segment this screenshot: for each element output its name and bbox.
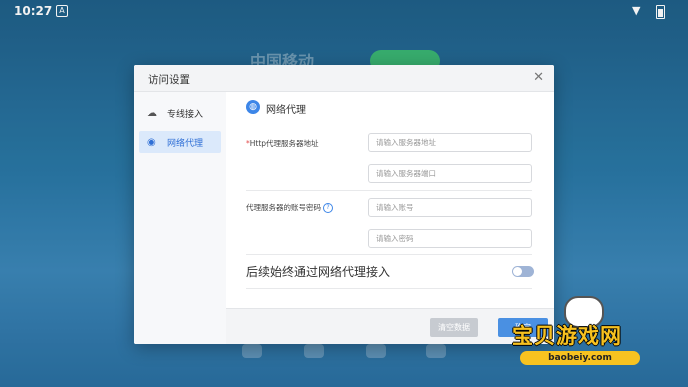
- proxy-address-label-text: Http代理服务器地址: [249, 139, 319, 148]
- always-proxy-toggle[interactable]: [512, 266, 534, 277]
- always-proxy-label: 后续始终通过网络代理接入: [246, 265, 391, 279]
- settings-sidebar: ☁ 专线接入 ◉ 网络代理: [134, 92, 226, 344]
- sidebar-item-network-proxy[interactable]: ◉ 网络代理: [139, 131, 221, 153]
- watermark: 宝贝游戏网 baobeiy.com: [512, 292, 672, 372]
- globe-icon: ◉: [147, 137, 156, 148]
- divider: [246, 254, 532, 255]
- proxy-port-input[interactable]: 请输入服务器端口: [368, 164, 532, 183]
- divider: [246, 288, 532, 289]
- proxy-account-label-text: 代理服务器的账号密码: [246, 203, 321, 212]
- dialog-header: 访问设置 ✕: [134, 65, 554, 92]
- clear-data-button[interactable]: 清空数据: [430, 318, 478, 337]
- toggle-knob: [513, 267, 522, 276]
- proxy-settings-panel: ◍ 网络代理 *Http代理服务器地址 请输入服务器地址 请输入服务器端口 代理…: [226, 92, 554, 344]
- access-settings-dialog: 访问设置 ✕ ☁ 专线接入 ◉ 网络代理 ◍ 网络代理 *Http代理服务器地址…: [134, 65, 554, 344]
- watermark-url: baobeiy.com: [520, 351, 640, 365]
- close-icon[interactable]: ✕: [533, 70, 544, 85]
- dialog-title: 访问设置: [148, 74, 190, 86]
- proxy-account-input[interactable]: 请输入账号: [368, 198, 532, 217]
- proxy-address-label: *Http代理服务器地址: [246, 138, 319, 149]
- sidebar-item-label: 网络代理: [167, 139, 204, 149]
- section-title: 网络代理: [266, 105, 306, 116]
- proxy-password-input[interactable]: 请输入密码: [368, 229, 532, 248]
- sidebar-item-dedicated-line[interactable]: ☁ 专线接入: [139, 102, 221, 124]
- proxy-address-input[interactable]: 请输入服务器地址: [368, 133, 532, 152]
- divider: [246, 190, 532, 191]
- dialog-footer: 清空数据 确定: [226, 308, 554, 344]
- globe-icon: ◍: [246, 100, 260, 114]
- help-icon[interactable]: ?: [323, 203, 333, 213]
- proxy-account-label: 代理服务器的账号密码?: [246, 202, 333, 213]
- sidebar-item-label: 专线接入: [167, 110, 204, 120]
- cloud-icon: ☁: [147, 108, 157, 119]
- watermark-text: 宝贝游戏网: [512, 324, 622, 348]
